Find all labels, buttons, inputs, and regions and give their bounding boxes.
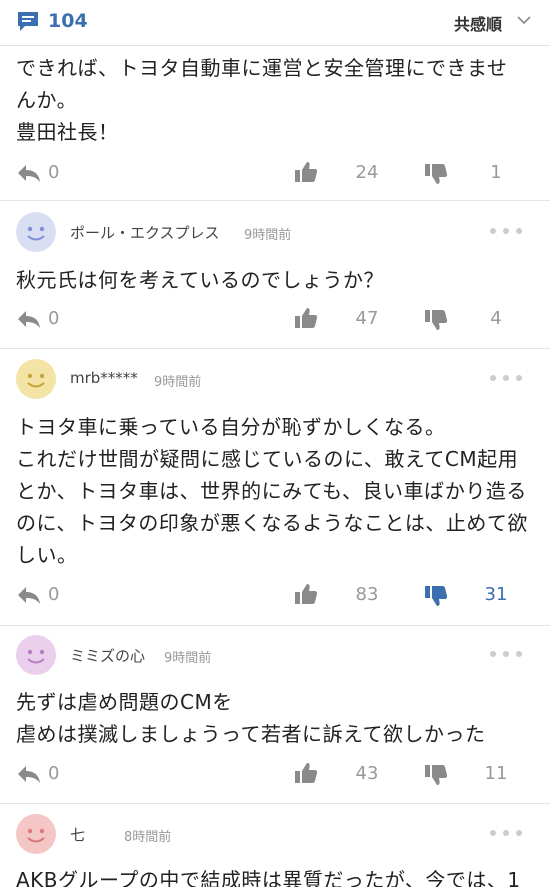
chevron-down-icon[interactable] [516,14,532,26]
username[interactable]: ポール・エクスプレス [70,222,220,243]
smiley-face-icon [27,373,45,388]
comment-header: 七 8時間前 [0,814,550,854]
smiley-face-icon [27,226,45,241]
comments-header: 104 共感順 [0,0,550,46]
comment-header: ミミズの心 9時間前 [0,635,550,675]
comment-line: AKBグループの中で結成時は異質だったが、今では、1 [16,868,521,887]
smiley-face-icon [27,828,45,843]
comment-line: トヨタ車に乗っている自分が恥ずかしくなる。 [16,415,446,439]
comment-bubble-icon [18,12,38,31]
smiley-face-icon [27,649,45,664]
thumbs-up-icon[interactable] [294,306,318,330]
dislike-count: 1 [490,162,502,183]
timestamp: 9時間前 [244,228,292,243]
thumbs-down-icon[interactable] [424,162,448,186]
username[interactable]: ミミズの心 [70,645,145,666]
thumbs-up-icon[interactable] [294,160,318,184]
comment-body: 秋元氏は何を考えているのでしょうか？ [16,264,536,296]
comment-actions: 0 43 11 [0,761,550,791]
comment-line: とか、トヨタ車は、世界的にみても、良い車ばかり造る [16,479,527,503]
dislike-count: 4 [490,308,502,329]
timestamp: 8時間前 [124,830,172,845]
comment-line: これだけ世間が疑問に感じているのに、敢えてCM起用 [16,447,519,471]
like-count: 24 [355,162,379,183]
comment-body: 先ずは虐め問題のCMを 虐めは撲滅しましょうって若者に訴えて欲しかった [16,686,536,750]
comment-line: んか。 [16,88,78,112]
comment-header: ポール・エクスプレス 9時間前 [0,212,550,252]
timestamp: 9時間前 [164,651,212,666]
like-count: 43 [355,763,379,784]
comment-line: できれば、トヨタ自動車に運営と安全管理にできませ [16,56,508,80]
reply-icon[interactable] [16,763,42,785]
reply-count: 0 [48,162,60,183]
username[interactable]: mrb***** [70,369,138,387]
more-options-icon[interactable] [488,373,524,383]
comment-line: 豊田社長！ [16,120,119,144]
comment-body: AKBグループの中で結成時は異質だったが、今では、1 [16,864,536,887]
thumbs-down-icon[interactable] [424,584,448,608]
comment-line: のに、トヨタの印象が悪くなるようなことは、止めて欲 [16,511,528,535]
avatar[interactable] [16,212,56,252]
like-count: 47 [355,308,379,329]
comment-body: できれば、トヨタ自動車に運営と安全管理にできませ んか。 豊田社長！ [16,52,536,148]
more-options-icon[interactable] [488,226,524,236]
reply-icon[interactable] [16,308,42,330]
like-count: 83 [355,584,379,605]
comment-header: mrb***** 9時間前 [0,359,550,399]
dislike-count: 11 [484,763,508,784]
thumbs-down-icon[interactable] [424,763,448,787]
sort-dropdown[interactable]: 共感順 [454,11,502,35]
avatar[interactable] [16,814,56,854]
comment-actions: 0 47 4 [0,306,550,336]
reply-count: 0 [48,308,60,329]
comment-line: 先ずは虐め問題のCMを [16,690,233,714]
comment-line: 虐めは撲滅しましょうって若者に訴えて欲しかった [16,722,486,746]
username[interactable]: 七 [70,824,85,845]
comment-actions: 0 83 31 [0,582,550,612]
comment-line: しい。 [16,543,78,567]
divider [0,200,550,212]
reply-count: 0 [48,584,60,605]
comment-line: 秋元氏は何を考えているのでしょうか？ [16,268,384,292]
comment-actions: 0 24 1 [0,160,550,190]
dislike-count: 31 [484,584,508,605]
thumbs-down-icon[interactable] [424,308,448,332]
comment-body: トヨタ車に乗っている自分が恥ずかしくなる。 これだけ世間が疑問に感じているのに、… [16,411,536,571]
more-options-icon[interactable] [488,828,524,838]
reply-icon[interactable] [16,162,42,184]
more-options-icon[interactable] [488,649,524,659]
reply-icon[interactable] [16,584,42,606]
thumbs-up-icon[interactable] [294,582,318,606]
thumbs-up-icon[interactable] [294,761,318,785]
reply-count: 0 [48,763,60,784]
comment-count: 104 [48,10,88,32]
timestamp: 9時間前 [154,375,202,390]
avatar[interactable] [16,635,56,675]
avatar[interactable] [16,359,56,399]
